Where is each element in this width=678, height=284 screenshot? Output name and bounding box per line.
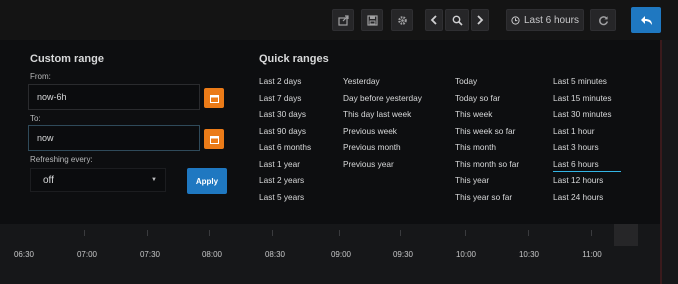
from-label: From: [30, 72, 51, 81]
quick-range-link[interactable]: Previous year [343, 156, 422, 173]
quick-range-link[interactable]: Last 15 minutes [553, 90, 621, 107]
from-value: now-6h [37, 92, 67, 102]
axis-tick-label: 06:30 [13, 250, 35, 259]
quick-ranges-column-3: Today Today so far This week This week s… [455, 73, 519, 205]
share-button[interactable] [332, 9, 354, 31]
refresh-button[interactable] [590, 9, 616, 31]
quick-range-link[interactable]: Last 6 months [259, 139, 311, 156]
axis-tick-mark [209, 230, 210, 236]
axis-tick-label: 09:30 [392, 250, 414, 259]
quick-range-link[interactable]: Last 30 days [259, 106, 311, 123]
quick-range-link[interactable]: Yesterday [343, 73, 422, 90]
quick-range-link[interactable]: Last 2 days [259, 73, 311, 90]
axis-tick-mark [272, 230, 273, 236]
navbar: Last 6 hours [0, 0, 678, 40]
calendar-icon [209, 94, 219, 103]
quick-ranges-column-2: Yesterday Day before yesterday This day … [343, 73, 422, 172]
back-to-dashboard-button[interactable] [631, 7, 661, 33]
to-value: now [37, 133, 54, 143]
refresh-interval-value: off [43, 174, 54, 186]
axis-tick-mark [84, 230, 85, 236]
to-input[interactable]: now [28, 125, 200, 151]
chevron-right-icon [477, 15, 484, 25]
axis-tick-mark [591, 230, 592, 236]
quick-range-link[interactable]: This year so far [455, 189, 519, 206]
share-icon [337, 14, 349, 26]
axis-tick-label: 08:30 [264, 250, 286, 259]
quick-ranges-column-1: Last 2 days Last 7 days Last 30 days Las… [259, 73, 311, 205]
custom-range-title: Custom range [30, 53, 104, 65]
zoom-out-button[interactable] [445, 9, 469, 31]
to-calendar-button[interactable] [204, 129, 224, 149]
quick-range-link[interactable]: This day last week [343, 106, 422, 123]
axis-tick-label: 10:30 [518, 250, 540, 259]
time-shift-back-button[interactable] [425, 9, 443, 31]
axis-tick-label: 07:00 [76, 250, 98, 259]
quick-range-link[interactable]: Last 5 minutes [553, 73, 621, 90]
axis-tick-mark [528, 230, 529, 236]
quick-range-link[interactable]: Last 1 hour [553, 123, 621, 140]
axis-tick-label: 07:30 [139, 250, 161, 259]
time-range-button[interactable]: Last 6 hours [506, 9, 584, 31]
apply-button[interactable]: Apply [187, 168, 227, 194]
quick-ranges-column-4: Last 5 minutes Last 15 minutes Last 30 m… [553, 73, 621, 205]
quick-range-link[interactable]: Last 1 year [259, 156, 311, 173]
back-icon [640, 15, 652, 25]
time-shift-forward-button[interactable] [471, 9, 489, 31]
apply-label: Apply [195, 176, 219, 186]
quick-range-link[interactable]: Last 24 hours [553, 189, 621, 206]
chevron-left-icon [430, 15, 437, 25]
time-range-label: Last 6 hours [523, 14, 580, 26]
quick-range-link[interactable]: Last 12 hours [553, 172, 621, 189]
calendar-icon [209, 135, 219, 144]
quick-range-link[interactable]: Last 7 days [259, 90, 311, 107]
quick-range-link[interactable]: Last 90 days [259, 123, 311, 140]
threshold-line [660, 40, 662, 284]
from-input[interactable]: now-6h [28, 84, 200, 110]
quick-range-link[interactable]: This week so far [455, 123, 519, 140]
axis-tick-label: 09:00 [330, 250, 352, 259]
quick-range-link[interactable]: Previous month [343, 139, 422, 156]
quick-range-link[interactable]: Last 30 minutes [553, 106, 621, 123]
refresh-label: Refreshing every: [30, 155, 93, 164]
settings-button[interactable] [391, 9, 413, 31]
axis-tick-mark [339, 230, 340, 236]
axis-tick-label: 11:00 [582, 250, 602, 259]
axis-tick-mark [400, 230, 401, 236]
clock-icon [511, 15, 520, 25]
quick-range-link[interactable]: Previous week [343, 123, 422, 140]
quick-range-link[interactable]: This year [455, 172, 519, 189]
quick-range-link[interactable]: Today so far [455, 90, 519, 107]
to-label: To: [30, 114, 41, 123]
axis-tick-label: 08:00 [201, 250, 223, 259]
quick-range-link[interactable]: Today [455, 73, 519, 90]
graph-bar-fragment [614, 224, 638, 246]
axis-tick-mark [465, 230, 466, 236]
quick-range-link-active[interactable]: Last 6 hours [553, 156, 621, 172]
quick-range-link[interactable]: Last 2 years [259, 172, 311, 189]
save-button[interactable] [361, 9, 383, 31]
quick-range-link[interactable]: Last 3 hours [553, 139, 621, 156]
quick-ranges-title: Quick ranges [259, 53, 329, 65]
quick-range-link[interactable]: Last 5 years [259, 189, 311, 206]
refresh-icon [598, 15, 608, 25]
quick-range-link[interactable]: This month [455, 139, 519, 156]
quick-range-link[interactable]: This week [455, 106, 519, 123]
settings-icon [397, 15, 407, 25]
caret-down-icon: ▼ [151, 177, 157, 183]
zoom-out-icon [452, 15, 463, 26]
quick-range-link[interactable]: Day before yesterday [343, 90, 422, 107]
axis-tick-mark [147, 230, 148, 236]
from-calendar-button[interactable] [204, 88, 224, 108]
axis-tick-label: 10:00 [455, 250, 477, 259]
save-icon [366, 14, 378, 26]
quick-range-link[interactable]: This month so far [455, 156, 519, 173]
refresh-interval-select[interactable]: off ▼ [30, 168, 166, 192]
